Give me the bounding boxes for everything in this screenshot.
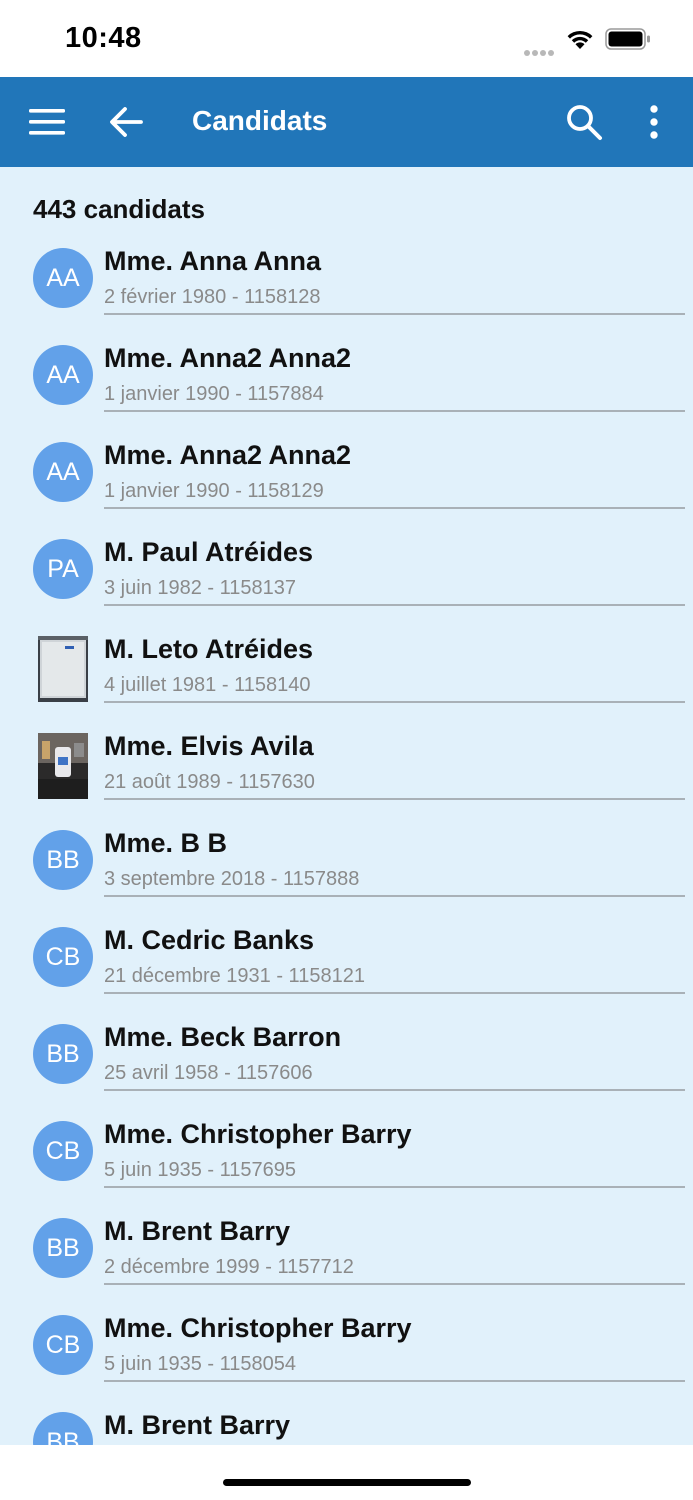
candidate-name: Mme. Beck Barron xyxy=(104,1022,342,1052)
candidate-row[interactable]: BB Mme. Beck Barron 25 avril 1958 - 115760… xyxy=(0,1019,693,1116)
avatar: BB xyxy=(33,830,93,890)
avatar: AA xyxy=(33,442,93,502)
candidate-row[interactable]: M. Leto Atréides 4 juillet 1981 - 1158140 xyxy=(0,631,693,728)
candidate-name: Mme. Christopher Barry xyxy=(104,1119,412,1149)
row-divider xyxy=(104,507,685,509)
candidate-details: 3 juin 1982 - 1158137 xyxy=(104,577,297,599)
candidate-name: Mme. B B xyxy=(104,828,228,858)
home-indicator[interactable] xyxy=(223,1479,471,1486)
candidate-row[interactable]: BB M. Brent Barry xyxy=(0,1407,693,1445)
back-arrow-icon[interactable] xyxy=(108,104,144,140)
row-divider xyxy=(104,604,685,606)
candidate-details: 21 août 1989 - 1157630 xyxy=(104,771,315,793)
candidate-row[interactable]: BB M. Brent Barry 2 décembre 1999 - 115771… xyxy=(0,1213,693,1310)
candidate-row[interactable]: BB Mme. B B 3 septembre 2018 - 1157888 xyxy=(0,825,693,922)
avatar: PA xyxy=(33,539,93,599)
avatar: AA xyxy=(33,345,93,405)
candidate-details: 5 juin 1935 - 1157695 xyxy=(104,1159,297,1181)
candidate-details: 25 avril 1958 - 1157606 xyxy=(104,1062,313,1084)
candidates-list-screen: 443 candidats AA Mme. Anna Anna 2 février … xyxy=(0,167,693,1445)
candidate-row[interactable]: CB Mme. Christopher Barry 5 juin 1935 - 11… xyxy=(0,1116,693,1213)
row-divider xyxy=(104,992,685,994)
candidate-row[interactable]: Mme. Elvis Avila 21 août 1989 - 1157630 xyxy=(0,728,693,825)
avatar: BB xyxy=(33,1412,93,1445)
menu-icon[interactable] xyxy=(28,105,66,139)
avatar: AA xyxy=(33,248,93,308)
row-divider xyxy=(104,701,685,703)
avatar: BB xyxy=(33,1024,93,1084)
candidate-row[interactable]: CB M. Cedric Banks 21 décembre 1931 - 1158… xyxy=(0,922,693,1019)
candidate-name: Mme. Anna2 Anna2 xyxy=(104,440,352,470)
candidate-details: 4 juillet 1981 - 1158140 xyxy=(104,674,311,696)
avatar: BB xyxy=(33,1218,93,1278)
candidate-name: Mme. Anna Anna xyxy=(104,246,322,276)
battery-icon xyxy=(605,28,650,50)
row-divider xyxy=(104,798,685,800)
candidate-details: 2 février 1980 - 1158128 xyxy=(104,286,321,308)
candidate-details: 1 janvier 1990 - 1158129 xyxy=(104,480,324,502)
candidate-details: 3 septembre 2018 - 1157888 xyxy=(104,868,360,890)
candidate-details: 21 décembre 1931 - 1158121 xyxy=(104,965,365,987)
row-divider xyxy=(104,313,685,315)
candidate-name: Mme. Christopher Barry xyxy=(104,1313,412,1343)
candidate-name: M. Paul Atréides xyxy=(104,537,314,567)
row-divider xyxy=(104,1283,685,1285)
cellular-signal-icon xyxy=(524,43,558,56)
avatar: CB xyxy=(33,927,93,987)
status-time: 10:48 xyxy=(65,22,142,54)
row-divider xyxy=(104,1380,685,1382)
candidate-count: 443 candidats xyxy=(33,194,205,224)
candidate-name: Mme. Elvis Avila xyxy=(104,731,314,761)
row-divider xyxy=(104,410,685,412)
row-divider xyxy=(104,1186,685,1188)
page-title: Candidats xyxy=(192,105,328,136)
avatar: CB xyxy=(33,1121,93,1181)
candidate-row[interactable]: AA Mme. Anna Anna 2 février 1980 - 1158128 xyxy=(0,243,693,340)
candidate-details: 5 juin 1935 - 1158054 xyxy=(104,1353,297,1375)
candidate-name: M. Brent Barry xyxy=(104,1216,291,1246)
candidate-row[interactable]: AA Mme. Anna2 Anna2 1 janvier 1990 - 11578… xyxy=(0,340,693,437)
candidate-row[interactable]: PA M. Paul Atréides 3 juin 1982 - 1158137 xyxy=(0,534,693,631)
candidate-row[interactable]: CB Mme. Christopher Barry 5 juin 1935 - 11… xyxy=(0,1310,693,1407)
candidate-name: M. Brent Barry xyxy=(104,1410,291,1440)
candidate-name: M. Cedric Banks xyxy=(104,925,315,955)
candidate-row[interactable]: AA Mme. Anna2 Anna2 1 janvier 1990 - 11581… xyxy=(0,437,693,534)
row-divider xyxy=(104,895,685,897)
document-photo-icon xyxy=(38,636,88,702)
avatar-photo xyxy=(38,636,88,702)
search-icon[interactable] xyxy=(565,103,603,141)
avatar-photo xyxy=(38,733,88,799)
home-indicator-area xyxy=(0,1445,693,1500)
candidate-name: M. Leto Atréides xyxy=(104,634,314,664)
wifi-icon xyxy=(567,30,593,49)
desk-photo-icon xyxy=(38,733,88,799)
candidate-details: 2 décembre 1999 - 1157712 xyxy=(104,1256,354,1278)
status-bar: 10:48 xyxy=(0,0,693,77)
avatar: CB xyxy=(33,1315,93,1375)
candidate-name: Mme. Anna2 Anna2 xyxy=(104,343,352,373)
candidate-list: AA Mme. Anna Anna 2 février 1980 - 1158128… xyxy=(0,243,693,1445)
more-options-icon[interactable] xyxy=(642,103,666,141)
candidate-details: 1 janvier 1990 - 1157884 xyxy=(104,383,324,405)
row-divider xyxy=(104,1089,685,1091)
app-bar: Candidats xyxy=(0,77,693,167)
